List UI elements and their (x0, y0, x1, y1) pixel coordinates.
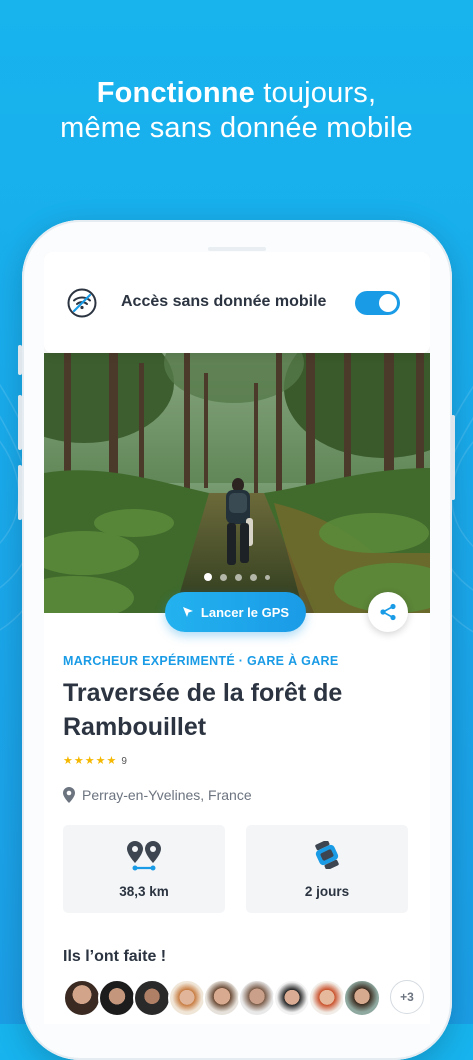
location-text: Perray-en-Yvelines, France (82, 787, 252, 803)
completed-by-title: Ils l’ont faite ! (63, 948, 167, 965)
star-icon: ★ (63, 755, 73, 767)
star-icon: ★ (84, 755, 95, 767)
distance-pins-icon (127, 841, 161, 871)
avatar[interactable] (203, 979, 241, 1017)
cursor-arrow-icon (182, 607, 193, 617)
stat-distance-value: 38,3 km (119, 884, 169, 899)
pagination-dot[interactable] (220, 573, 227, 581)
toggle-knob (379, 294, 397, 312)
star-icon: ★ (106, 755, 117, 767)
promo-headline: Fonctionne toujours, même sans donnée mo… (0, 76, 473, 146)
stat-distance: 38,3 km (63, 825, 225, 913)
hike-location[interactable]: Perray-en-Yvelines, France (63, 787, 252, 803)
headline-line2: même sans donnée mobile (60, 112, 413, 144)
avatar[interactable] (238, 979, 276, 1017)
more-avatars-button[interactable]: +3 (390, 980, 424, 1014)
phone-side-button (18, 465, 22, 520)
pagination-dot[interactable] (204, 573, 212, 581)
duration-icon (315, 841, 339, 869)
share-button[interactable] (368, 592, 408, 632)
phone-side-button (451, 415, 455, 500)
avatar[interactable] (133, 979, 171, 1017)
phone-side-button (18, 345, 22, 375)
rating-count: 9 (121, 755, 127, 767)
avatar[interactable] (168, 979, 206, 1017)
hike-rating[interactable]: ★ ★ ★ ★ ★ 9 (63, 755, 127, 767)
launch-gps-button[interactable]: Lancer le GPS (165, 592, 306, 632)
wifi-off-icon (67, 288, 97, 318)
headline-line1: toujours, (254, 77, 377, 109)
pagination-dot[interactable] (235, 573, 242, 581)
share-icon (380, 603, 396, 621)
offline-access-card: Accès sans donnée mobile (44, 252, 430, 353)
gallery-pagination (204, 573, 270, 581)
hike-photo[interactable] (44, 353, 430, 613)
phone-side-button (18, 395, 22, 450)
launch-gps-label: Lancer le GPS (200, 604, 290, 620)
avatar[interactable] (343, 979, 381, 1017)
hike-title: Traversée de la forêt de Rambouillet (63, 679, 343, 741)
app-screen: Accès sans donnée mobile Lancer le GPS M… (44, 252, 430, 1024)
stat-duration: 2 jours (246, 825, 408, 913)
stat-duration-value: 2 jours (304, 884, 350, 899)
pagination-dot[interactable] (250, 573, 257, 581)
star-icon: ★ (73, 755, 84, 767)
hike-category: MARCHEUR EXPÉRIMENTÉ · GARE À GARE (63, 654, 339, 668)
avatar[interactable] (273, 979, 311, 1017)
completed-by-avatars[interactable]: +3 (63, 979, 424, 1017)
star-icon: ★ (95, 755, 106, 767)
offline-access-toggle[interactable] (355, 291, 400, 315)
avatar[interactable] (98, 979, 136, 1017)
location-pin-icon (63, 787, 75, 803)
avatar[interactable] (308, 979, 346, 1017)
avatar[interactable] (63, 979, 101, 1017)
phone-speaker (208, 247, 266, 251)
offline-access-label: Accès sans donnée mobile (121, 293, 327, 310)
pagination-dot[interactable] (265, 574, 270, 580)
headline-bold: Fonctionne (96, 77, 255, 109)
